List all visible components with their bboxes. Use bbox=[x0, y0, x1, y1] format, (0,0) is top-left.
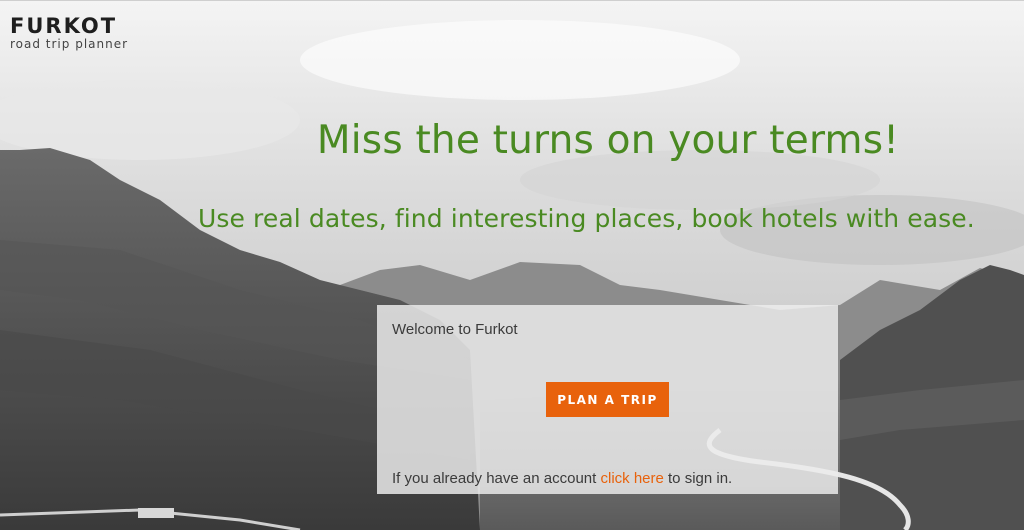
signin-text: If you already have an account click her… bbox=[392, 470, 732, 487]
hero-subheadline: Use real dates, find interesting places,… bbox=[198, 204, 975, 233]
welcome-text: Welcome to Furkot bbox=[392, 321, 518, 338]
hero-headline: Miss the turns on your terms! bbox=[316, 118, 900, 163]
plan-a-trip-button[interactable]: PLAN A TRIP bbox=[546, 382, 669, 417]
signin-link[interactable]: click here bbox=[600, 470, 663, 487]
brand-logo[interactable]: FURKOT road trip planner bbox=[10, 14, 129, 51]
signin-prefix: If you already have an account bbox=[392, 470, 597, 487]
brand-tagline: road trip planner bbox=[10, 37, 129, 51]
landing-page: FURKOT road trip planner Miss the turns … bbox=[0, 0, 1024, 530]
brand-name: FURKOT bbox=[10, 14, 118, 38]
signin-suffix: to sign in. bbox=[668, 470, 733, 487]
welcome-card: Welcome to Furkot PLAN A TRIP If you alr… bbox=[377, 305, 838, 494]
